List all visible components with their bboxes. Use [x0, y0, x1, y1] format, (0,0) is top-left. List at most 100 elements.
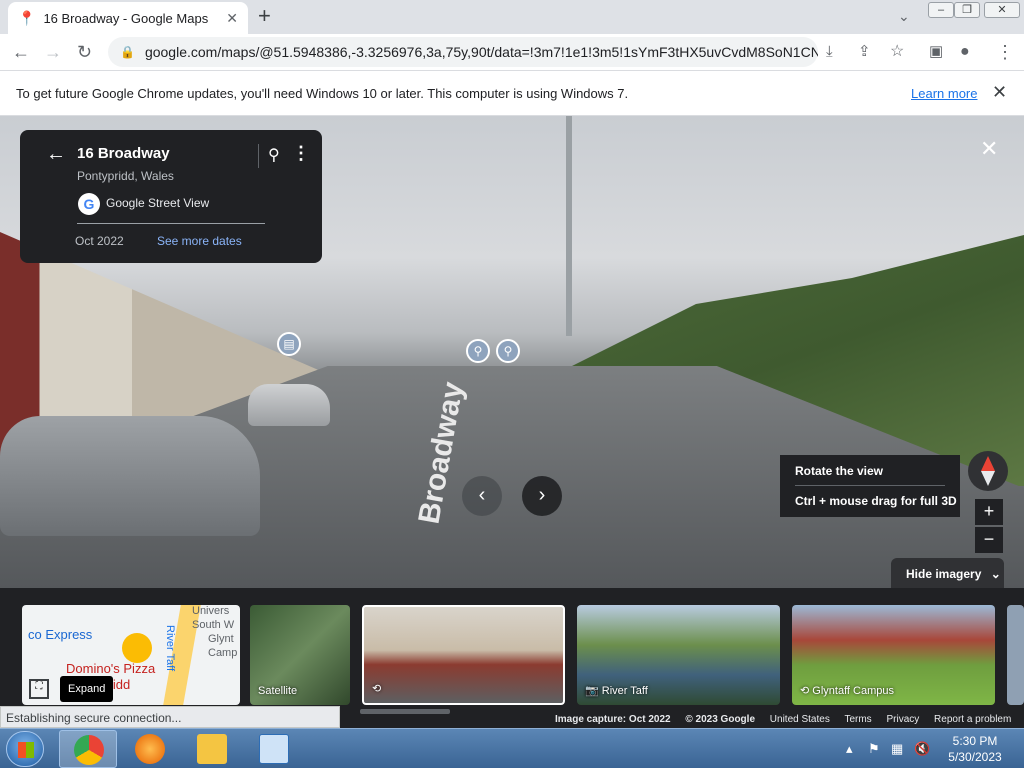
tooltip-title: Rotate the view [795, 464, 884, 478]
more-options-icon[interactable]: ⋮ [292, 143, 310, 164]
taskbar-control-panel[interactable] [245, 730, 303, 768]
back-arrow-icon[interactable]: ← [46, 143, 66, 166]
place-marker-icon[interactable]: ▤ [277, 332, 301, 356]
tray-flag-icon[interactable]: ⚑ [868, 741, 880, 757]
new-tab-button[interactable]: + [258, 5, 271, 27]
tab-google-maps[interactable]: 📍 16 Broadway - Google Maps ✕ [8, 2, 248, 34]
place-title: 16 Broadway [77, 145, 170, 162]
nav-back-arrow-icon[interactable]: ‹ [462, 476, 502, 516]
filmstrip-scrollbar[interactable] [360, 709, 450, 714]
minimize-button[interactable]: – [928, 2, 954, 18]
imagery-source: Google Street View [106, 196, 210, 210]
nav-forward-arrow-icon[interactable]: › [522, 476, 562, 516]
volume-icon[interactable]: 🔇 [914, 741, 930, 757]
show-hidden-icons[interactable]: ▴ [846, 741, 853, 757]
google-logo-icon: G [78, 193, 100, 215]
learn-more-link[interactable]: Learn more [911, 86, 977, 101]
compass-north-needle [981, 456, 995, 471]
expand-map-icon[interactable]: ⛶ [29, 679, 49, 699]
forward-arrow-icon[interactable]: → [44, 42, 62, 62]
image-capture-date: Image capture: Oct 2022 [555, 714, 671, 725]
map-label: River Taff [164, 625, 176, 672]
360-icon: ⟲ [372, 683, 382, 695]
windows-taskbar: ▴ ⚑ ▦ 🔇 5:30 PM 5/30/2023 [0, 728, 1024, 768]
firefox-icon [135, 734, 165, 764]
thumbnail-label: ⟲ Glyntaff Campus [800, 684, 894, 697]
map-label: co Express [28, 627, 93, 642]
reload-icon[interactable]: ↻ [77, 42, 92, 62]
divider [258, 144, 259, 168]
camera-icon: 📷 [585, 685, 602, 697]
close-street-view-icon[interactable]: ✕ [980, 136, 998, 162]
thumbnail-label: 📷 River Taff [585, 684, 648, 697]
profile-avatar-icon[interactable]: ● [960, 42, 970, 62]
capture-date: Oct 2022 [75, 234, 124, 248]
rotate-tooltip: Rotate the view Ctrl + mouse drag for fu… [780, 455, 960, 517]
maximize-button[interactable]: ❐ [954, 2, 980, 18]
clock-time: 5:30 PM [952, 734, 998, 748]
see-more-dates-link[interactable]: See more dates [157, 234, 242, 248]
place-marker-icon[interactable]: ⚲ [466, 339, 490, 363]
location-pin-icon[interactable]: ⚲ [268, 145, 280, 165]
zoom-out-button[interactable]: − [975, 527, 1003, 553]
tab-search-icon[interactable]: ⌄ [898, 8, 910, 25]
status-bar: Establishing secure connection... [0, 706, 340, 728]
tab-strip: 📍 16 Broadway - Google Maps ✕ + ⌄ – ❐ ✕ [0, 0, 1024, 34]
system-clock[interactable]: 5:30 PM 5/30/2023 [935, 733, 1015, 765]
browser-toolbar: ← → ↻ 🔒 google.com/maps/@51.5948386,-3.3… [0, 34, 1024, 71]
lamp-post [566, 116, 572, 336]
river-taff-thumbnail[interactable]: 📷 River Taff [577, 605, 780, 705]
install-app-icon[interactable]: ⤓ [826, 42, 833, 62]
hide-imagery-label: Hide imagery [906, 567, 982, 581]
zoom-in-button[interactable]: + [975, 499, 1003, 525]
share-icon[interactable]: ⇪ [858, 42, 871, 62]
menu-kebab-icon[interactable]: ⋮ [996, 42, 1014, 62]
place-marker-icon[interactable]: ⚲ [496, 339, 520, 363]
url-text: google.com/maps/@51.5948386,-3.3256976,3… [144, 44, 818, 60]
back-arrow-icon[interactable]: ← [12, 42, 30, 62]
report-problem-link[interactable]: Report a problem [934, 714, 1011, 725]
country-link[interactable]: United States [770, 714, 830, 725]
privacy-link[interactable]: Privacy [886, 714, 919, 725]
chevron-down-icon: ⌄ [990, 567, 1001, 581]
terms-link[interactable]: Terms [844, 714, 871, 725]
tab-title: 16 Broadway - Google Maps [43, 10, 209, 26]
taskbar-explorer[interactable] [183, 730, 241, 768]
side-panel-icon[interactable]: ▣ [929, 42, 943, 62]
thumbnail-label: Satellite [258, 685, 298, 697]
map-label: Domino's Pizza [66, 661, 156, 676]
maps-pin-icon: 📍 [18, 9, 36, 26]
copyright: © 2023 Google [685, 714, 756, 725]
minimap[interactable]: co Express Domino's Pizza ntypridd Unive… [22, 605, 240, 705]
satellite-thumbnail[interactable]: Satellite [250, 605, 350, 705]
infobar-close-icon[interactable]: ✕ [992, 82, 1007, 103]
parked-car [0, 416, 260, 536]
clock-date: 5/30/2023 [948, 750, 1002, 764]
taskbar-firefox[interactable] [121, 730, 179, 768]
expand-tooltip: Expand [60, 676, 114, 702]
address-bar[interactable]: 🔒 google.com/maps/@51.5948386,-3.3256976… [108, 37, 818, 67]
taskbar-chrome[interactable] [59, 730, 117, 768]
next-thumbnail[interactable] [1007, 605, 1024, 705]
tab-close-icon[interactable]: ✕ [226, 10, 238, 27]
network-icon[interactable]: ▦ [891, 741, 903, 757]
map-footer: Image capture: Oct 2022 © 2023 Google Un… [555, 714, 1024, 728]
compass-south-needle [981, 471, 995, 486]
map-label: South W [192, 619, 235, 631]
divider [77, 223, 265, 224]
pegman-icon [122, 633, 152, 663]
current-streetview-thumbnail[interactable]: ⟲ [362, 605, 565, 705]
compass-icon[interactable] [968, 451, 1008, 491]
windows-logo-icon [18, 742, 34, 758]
parked-car-distant [248, 384, 330, 426]
start-button[interactable] [6, 731, 44, 767]
hide-imagery-button[interactable]: Hide imagery ⌄ [891, 558, 1004, 588]
control-panel-icon [259, 734, 289, 764]
close-window-button[interactable]: ✕ [984, 2, 1020, 18]
chrome-icon [74, 735, 104, 765]
glyntaff-campus-thumbnail[interactable]: ⟲ Glyntaff Campus [792, 605, 995, 705]
divider [795, 485, 945, 486]
update-infobar: To get future Google Chrome updates, you… [0, 71, 1024, 116]
bookmark-star-icon[interactable]: ☆ [890, 42, 904, 62]
thumbnail-label-text: Glyntaff Campus [812, 685, 895, 697]
